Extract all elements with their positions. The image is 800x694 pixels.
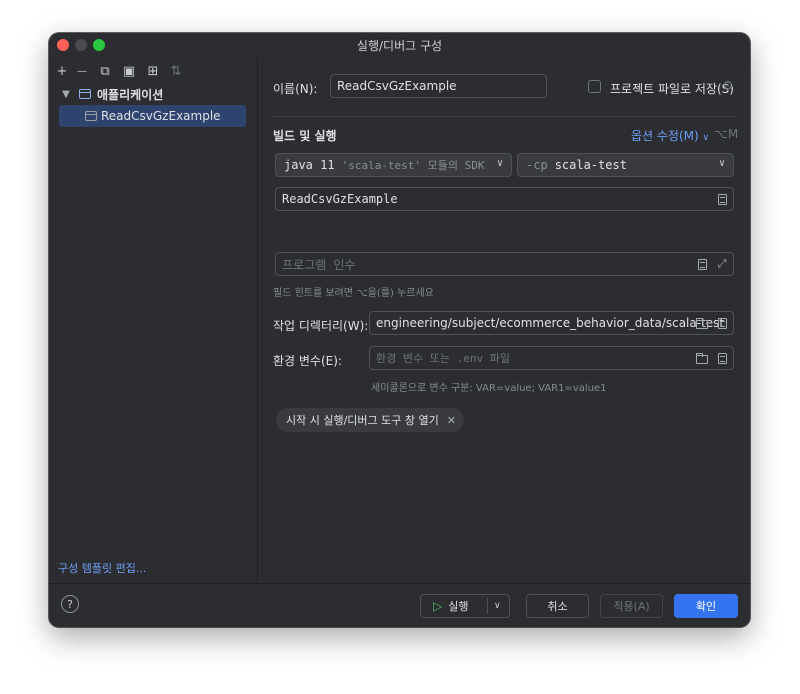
env-field[interactable]: 환경 변수 또는 .env 파일 <box>369 346 734 370</box>
jdk-module-note: 'scala-test' 모듈의 SDK <box>341 159 485 172</box>
ok-button[interactable]: 확인 <box>674 594 738 618</box>
chevron-down-icon[interactable]: ▼ <box>59 89 73 100</box>
jdk-version: java 11 <box>284 158 335 172</box>
modify-options-link[interactable]: 옵션 수정(M) ∨ <box>631 127 709 144</box>
classpath-module: scala-test <box>554 158 627 172</box>
program-arguments-field[interactable]: 프로그램 인수 ⤢ <box>275 252 734 276</box>
run-button[interactable]: ▷ 실행 ∨ <box>420 594 510 618</box>
classpath-module-select[interactable]: -cp scala-test ∨ <box>517 153 734 177</box>
dialog-footer: ? ▷ 실행 ∨ 취소 적용(A) 확인 <box>49 583 750 627</box>
program-arguments-icons: ⤢ <box>695 257 729 271</box>
workdir-label: 작업 디렉터리(W): <box>273 319 369 333</box>
modify-options-label: 옵션 수정(M) <box>631 129 699 143</box>
workdir-icons <box>695 316 729 330</box>
main-class-icons <box>715 192 729 206</box>
close-icon[interactable]: ✕ <box>447 414 456 427</box>
name-field-value: ReadCsvGzExample <box>337 79 457 93</box>
sort-icon[interactable]: ⇅ <box>168 63 184 79</box>
browse-icon[interactable] <box>715 192 729 206</box>
expand-icon[interactable]: ⤢ <box>715 257 729 271</box>
new-folder-icon[interactable]: ⊞ <box>145 63 161 79</box>
play-icon: ▷ <box>433 599 443 613</box>
env-icons <box>695 351 729 365</box>
folder-icon[interactable] <box>695 316 709 330</box>
store-as-file-label: 프로젝트 파일로 저장(S) <box>610 82 734 96</box>
edit-env-icon[interactable] <box>715 351 729 365</box>
chevron-down-icon: ∨ <box>496 158 503 169</box>
run-debug-config-dialog: 실행/디버그 구성 + — ⧉ ▣ ⊞ ⇅ ▼ 애플리케이션 ReadCsvGz… <box>49 33 750 627</box>
chevron-down-icon: ∨ <box>702 133 710 143</box>
classpath-prefix: -cp <box>526 158 548 172</box>
env-hint: 세미콜론으로 변수 구분: VAR=value; VAR1=value1 <box>371 383 607 394</box>
add-icon[interactable]: + <box>54 63 70 79</box>
build-hint: 필드 힌트를 보려면 ⌥을(를) 누르세요 <box>273 288 434 299</box>
folder-icon[interactable] <box>695 351 709 365</box>
section-divider <box>273 116 735 117</box>
window-title: 실행/디버그 구성 <box>356 39 443 53</box>
jdk-select[interactable]: java 11 'scala-test' 모듈의 SDK ∨ <box>275 153 512 177</box>
workdir-value: engineering/subject/ecommerce_behavior_d… <box>376 316 725 330</box>
configuration-form: 이름(N): ReadCsvGzExample 프로젝트 파일로 저장(S) ⚙… <box>258 57 750 584</box>
build-run-heading: 빌드 및 실행 <box>273 129 337 143</box>
tree-group-label: 애플리케이션 <box>97 87 164 102</box>
main-class-value: ReadCsvGzExample <box>282 192 398 206</box>
gear-icon[interactable]: ⚙ <box>722 79 734 94</box>
tree-group-application[interactable]: ▼ 애플리케이션 <box>59 83 257 105</box>
run-config-icon <box>85 111 97 121</box>
sidebar-toolbar: + — ⧉ ▣ ⊞ ⇅ <box>49 59 257 83</box>
apply-button[interactable]: 적용(A) <box>600 594 663 618</box>
edit-templates-link[interactable]: 구성 템플릿 편집... <box>58 560 146 576</box>
chevron-down-icon[interactable]: ∨ <box>494 601 501 611</box>
copy-icon[interactable]: ⧉ <box>97 63 113 79</box>
tree-item-readcsvgzexample[interactable]: ReadCsvGzExample <box>59 105 246 127</box>
open-tool-window-label: 시작 시 실행/디버그 도구 창 열기 <box>286 414 439 427</box>
workdir-field[interactable]: engineering/subject/ecommerce_behavior_d… <box>369 311 734 335</box>
title-bar: 실행/디버그 구성 <box>49 33 750 57</box>
save-icon[interactable]: ▣ <box>121 63 137 79</box>
env-placeholder: 환경 변수 또는 .env 파일 <box>376 352 510 365</box>
store-as-file-checkbox[interactable] <box>588 80 601 93</box>
chevron-down-icon: ∨ <box>718 158 725 169</box>
open-tool-window-chip[interactable]: 시작 시 실행/디버그 도구 창 열기 ✕ <box>276 408 464 432</box>
tree-item-label: ReadCsvGzExample <box>101 109 221 123</box>
help-button[interactable]: ? <box>61 595 79 613</box>
name-label: 이름(N): <box>273 82 318 96</box>
name-field[interactable]: ReadCsvGzExample <box>330 74 547 98</box>
macro-icon[interactable] <box>695 257 709 271</box>
configuration-sidebar: + — ⧉ ▣ ⊞ ⇅ ▼ 애플리케이션 ReadCsvGzExample 구성… <box>49 57 258 584</box>
remove-icon[interactable]: — <box>74 63 90 79</box>
main-class-field[interactable]: ReadCsvGzExample <box>275 187 734 211</box>
modify-options-shortcut: ⌥M <box>714 127 739 141</box>
run-button-label: 실행 <box>448 600 469 613</box>
program-arguments-placeholder: 프로그램 인수 <box>282 257 356 272</box>
application-icon <box>79 89 91 99</box>
run-split-divider <box>487 598 488 614</box>
cancel-button[interactable]: 취소 <box>526 594 589 618</box>
env-label: 환경 변수(E): <box>273 354 342 368</box>
macro-icon[interactable] <box>715 316 729 330</box>
